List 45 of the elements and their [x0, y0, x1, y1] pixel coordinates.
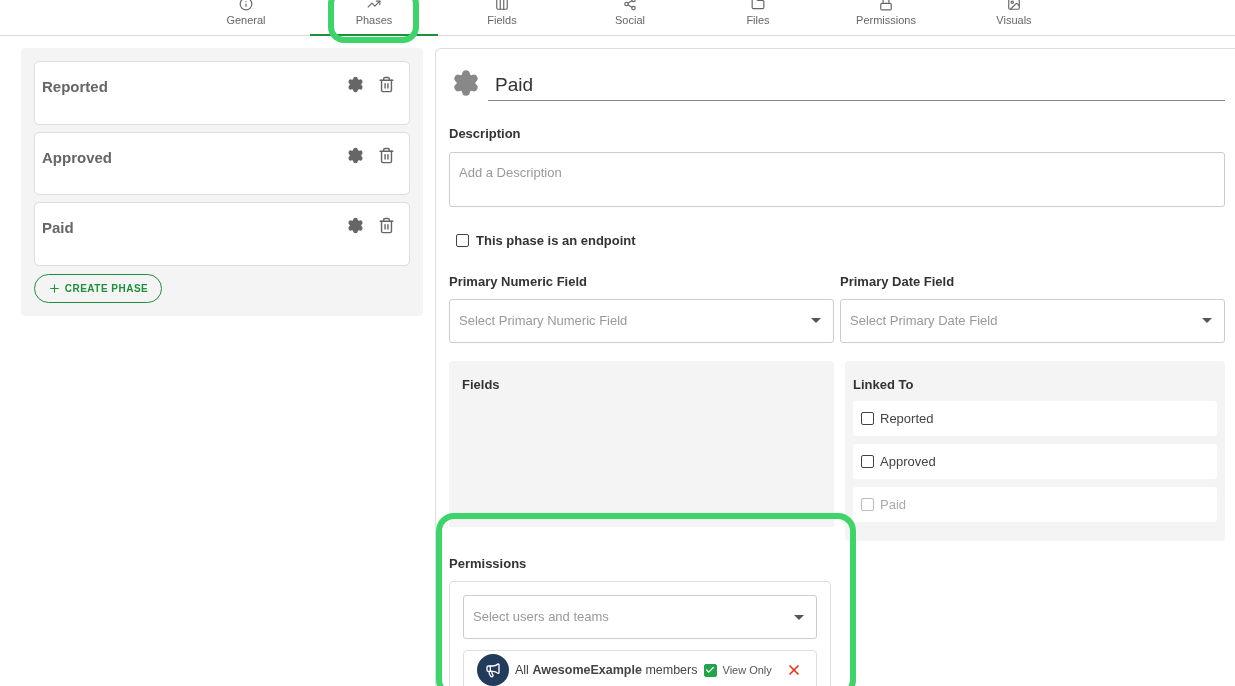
phase-name: Approved [42, 147, 112, 168]
share-icon [623, 0, 637, 11]
tab[interactable]: Files [694, 0, 822, 36]
phase-name: Paid [42, 218, 74, 239]
field-label: Primary Numeric Field [449, 273, 588, 291]
checkbox-label: This phase is an endpoint [476, 231, 636, 250]
checkbox[interactable] [861, 455, 874, 468]
description-field[interactable]: Add a Description [449, 151, 1225, 207]
tab[interactable]: Social [566, 0, 694, 36]
placeholder-text: Select users and teams [473, 608, 609, 627]
tab[interactable]: Visuals [950, 0, 1078, 36]
checkbox[interactable] [703, 663, 717, 677]
phase-card[interactable]: Reported [34, 61, 410, 125]
panel-title: Fields [462, 375, 501, 394]
checkbox[interactable] [456, 233, 469, 247]
trash-icon[interactable] [378, 217, 395, 235]
panel-title: Linked To [853, 375, 915, 394]
phase-card[interactable]: Approved [34, 131, 410, 196]
phase-card[interactable]: Paid [34, 202, 410, 267]
plus-icon [47, 282, 61, 296]
tab[interactable]: Fields [438, 0, 566, 36]
field-label: Description [449, 125, 522, 143]
title-field[interactable]: Paid [488, 69, 1225, 101]
placeholder-text: Select Primary Date Field [850, 311, 998, 330]
phase-name: Reported [42, 77, 108, 97]
tab[interactable]: Phases [310, 0, 438, 36]
placeholder-text: Select Primary Numeric Field [459, 311, 628, 330]
trash-icon[interactable] [378, 146, 395, 164]
dropdown-caret-icon [1202, 318, 1212, 323]
checkbox[interactable] [861, 412, 874, 425]
linked-phase-row[interactable]: Approved [853, 444, 1217, 479]
dropdown-caret-icon [811, 318, 821, 323]
image-icon [1007, 0, 1021, 11]
trash-icon[interactable] [378, 76, 395, 93]
columns-icon [495, 0, 509, 11]
field-label: Primary Date Field [840, 273, 956, 291]
linked-phase-row[interactable]: Reported [853, 401, 1217, 436]
dropdown-caret-icon [794, 614, 804, 620]
checkbox-label: View Only [722, 662, 772, 678]
tab[interactable]: General [182, 0, 310, 36]
folder-icon [751, 0, 765, 11]
info-icon [239, 0, 253, 11]
member-text: All AwesomeExample members [515, 661, 698, 679]
tab[interactable]: Permissions [822, 0, 950, 36]
section-title: Permissions [449, 554, 528, 573]
